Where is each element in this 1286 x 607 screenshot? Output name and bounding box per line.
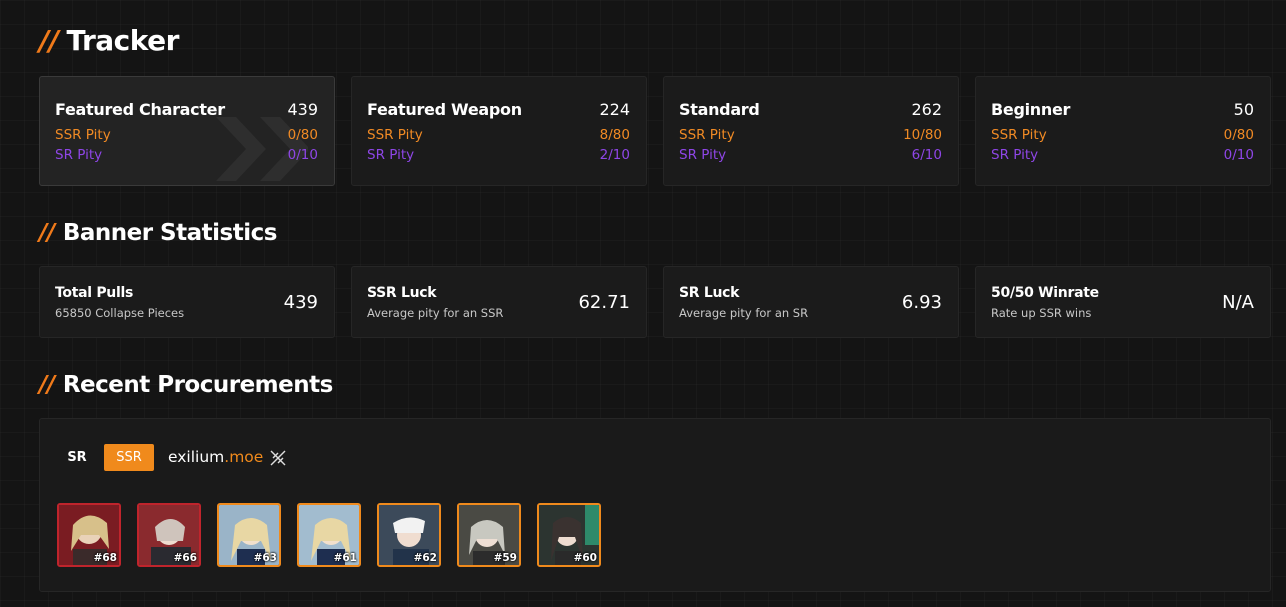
sr-pity-value: 0/10 [1223,147,1254,163]
ssr-pity-value: 10/80 [903,127,942,143]
stat-label: SSR Luck [367,285,437,301]
ssr-pity-row: SSR Pity 0/80 [55,127,318,143]
sr-pity-label: SR Pity [679,147,727,163]
pull-number-badge: #63 [253,552,277,564]
banner-name: Featured Character [55,100,225,119]
tracker-heading: // Tracker [39,24,179,57]
banner-card-beginner[interactable]: Beginner 50 SSR Pity 0/80 SR Pity 0/10 [975,76,1271,186]
stat-subtext: Rate up SSR wins [991,306,1092,320]
banner-name: Featured Weapon [367,100,522,119]
banner-card-standard[interactable]: Standard 262 SSR Pity 10/80 SR Pity 6/10 [663,76,959,186]
pull-thumbnail[interactable]: #62 [377,503,441,567]
sr-pity-row: SR Pity 6/10 [679,147,942,163]
ssr-pity-value: 0/80 [287,127,318,143]
stat-subtext: Average pity for an SSR [367,306,504,320]
stat-subtext: 65850 Collapse Pieces [55,306,185,320]
stat-winrate: 50/50 Winrate Rate up SSR wins N/A [975,266,1271,338]
sr-pity-row: SR Pity 0/10 [991,147,1254,163]
stat-ssr-luck: SSR Luck Average pity for an SSR 62.71 [351,266,647,338]
sr-pity-label: SR Pity [367,147,415,163]
heading-text: Banner Statistics [62,220,278,246]
pull-thumbnail[interactable]: #61 [297,503,361,567]
ssr-pity-row: SSR Pity 10/80 [679,127,942,143]
stat-label: Total Pulls [55,285,133,301]
heading-slash: // [39,220,55,246]
ssr-pity-label: SSR Pity [679,127,735,143]
sr-pity-label: SR Pity [55,147,103,163]
stat-subtext: Average pity for an SR [679,306,809,320]
pull-thumbnail[interactable]: #68 [57,503,121,567]
banner-total: 224 [599,100,630,119]
pull-thumbnail[interactable]: #63 [217,503,281,567]
brand-logo[interactable]: exilium.moe [168,448,263,466]
tab-ssr[interactable]: SSR [104,444,154,471]
stat-total-pulls: Total Pulls 65850 Collapse Pieces 439 [39,266,335,338]
sr-pity-value: 6/10 [911,147,942,163]
banner-name: Standard [679,100,760,119]
stat-value: 439 [283,292,318,313]
brand-tld: .moe [224,448,264,466]
banner-total: 50 [1233,100,1254,119]
stat-value: N/A [1222,292,1254,313]
heading-text: Recent Procurements [62,372,334,398]
pull-number-badge: #59 [493,552,517,564]
brand-name: exilium [168,448,225,466]
ssr-pity-value: 8/80 [599,127,630,143]
ssr-pity-row: SSR Pity 8/80 [367,127,630,143]
pull-number-badge: #66 [173,552,197,564]
ssr-pity-row: SSR Pity 0/80 [991,127,1254,143]
tab-sr[interactable]: SR [58,444,96,471]
recent-procurements-panel: SR SSR exilium.moe #68 #66 #63 #61 #62 #… [39,418,1271,592]
pull-thumbnail[interactable]: #66 [137,503,201,567]
stat-value: 62.71 [578,292,630,313]
pull-thumbnail[interactable]: #60 [537,503,601,567]
sr-pity-row: SR Pity 0/10 [55,147,318,163]
pull-number-badge: #61 [333,552,357,564]
sr-pity-value: 2/10 [599,147,630,163]
stat-value: 6.93 [901,292,942,313]
ssr-pity-label: SSR Pity [367,127,423,143]
sr-pity-row: SR Pity 2/10 [367,147,630,163]
pull-number-badge: #62 [413,552,437,564]
stat-label: 50/50 Winrate [991,285,1099,301]
stat-sr-luck: SR Luck Average pity for an SR 6.93 [663,266,959,338]
banner-name: Beginner [991,100,1071,119]
heading-slash: // [39,24,59,57]
recent-heading: // Recent Procurements [39,372,333,398]
ssr-pity-value: 0/80 [1223,127,1254,143]
crossed-swords-icon [270,450,286,466]
banner-card-featured-weapon[interactable]: Featured Weapon 224 SSR Pity 8/80 SR Pity… [351,76,647,186]
sr-pity-value: 0/10 [287,147,318,163]
ssr-pity-label: SSR Pity [991,127,1047,143]
pull-thumbnail[interactable]: #59 [457,503,521,567]
stats-heading: // Banner Statistics [39,220,277,246]
pull-number-badge: #68 [93,552,117,564]
stat-label: SR Luck [679,285,740,301]
ssr-pity-label: SSR Pity [55,127,111,143]
banner-total: 439 [287,100,318,119]
heading-text: Tracker [66,24,179,57]
pull-number-badge: #60 [573,552,597,564]
sr-pity-label: SR Pity [991,147,1039,163]
banner-total: 262 [911,100,942,119]
heading-slash: // [39,372,55,398]
banner-card-featured-character[interactable]: Featured Character 439 SSR Pity 0/80 SR P… [39,76,335,186]
